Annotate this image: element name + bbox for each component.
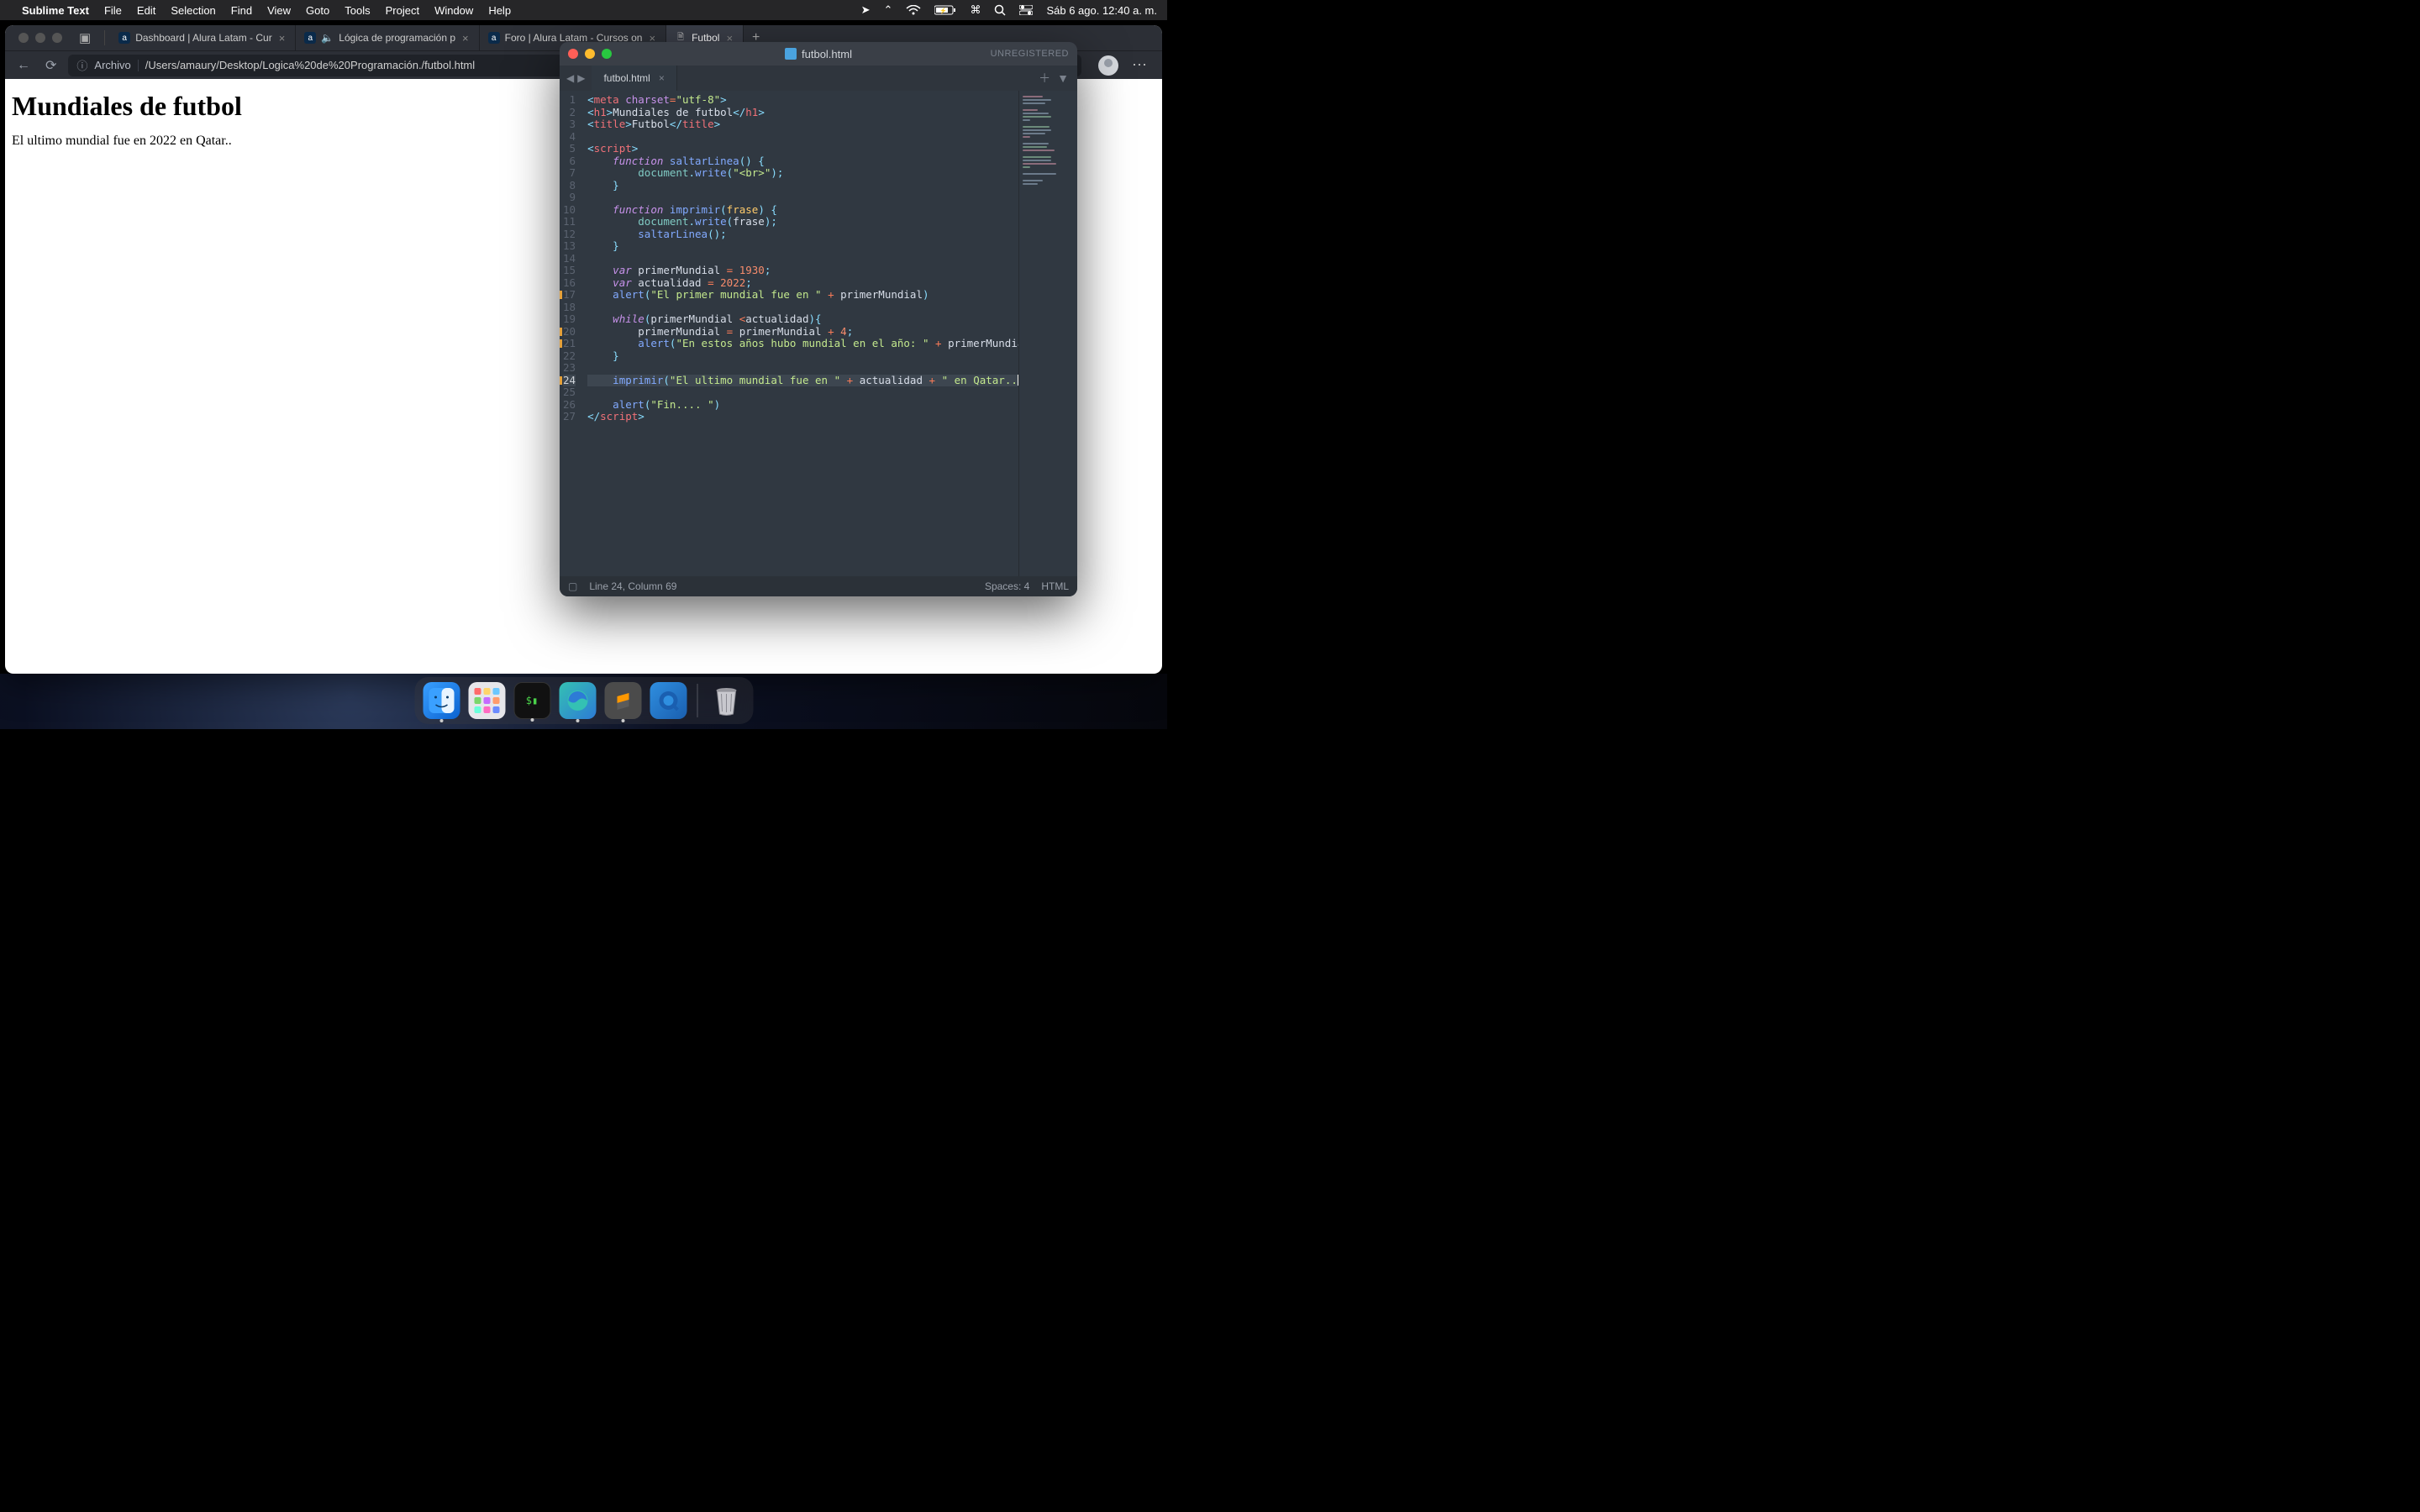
- profile-avatar[interactable]: [1098, 55, 1118, 76]
- sublime-titlebar[interactable]: futbol.html UNREGISTERED: [560, 42, 1077, 66]
- tab-label: Lógica de programación p: [339, 32, 455, 44]
- svg-text:⚡: ⚡: [939, 7, 947, 14]
- dock: $▮: [414, 677, 753, 724]
- new-tab-icon[interactable]: ＋: [1039, 70, 1050, 87]
- menu-edit[interactable]: Edit: [137, 4, 155, 17]
- favicon-icon: a: [488, 32, 500, 44]
- minimap[interactable]: [1018, 91, 1077, 576]
- browser-tab-1[interactable]: a Dashboard | Alura Latam - Cur ×: [110, 25, 296, 50]
- browser-tab-2[interactable]: a 🔈 Lógica de programación p ×: [296, 25, 479, 50]
- control-center-icon[interactable]: [1019, 5, 1033, 15]
- reload-button[interactable]: ⟳: [42, 57, 60, 74]
- menu-window[interactable]: Window: [434, 4, 473, 17]
- separator: [104, 30, 105, 45]
- tab-label: Dashboard | Alura Latam - Cur: [135, 32, 272, 44]
- tab-menu-icon[interactable]: ▼: [1057, 71, 1069, 85]
- menu-tools[interactable]: Tools: [345, 4, 370, 17]
- html-file-icon: [785, 48, 797, 60]
- mute-icon[interactable]: 🔈: [321, 32, 334, 44]
- address-url: /Users/amaury/Desktop/Logica%20de%20Prog…: [145, 59, 475, 71]
- next-icon[interactable]: ▶: [577, 72, 585, 84]
- dock-app-edge[interactable]: [559, 682, 596, 719]
- nav-arrows[interactable]: ◀▶: [560, 66, 592, 91]
- sublime-window: futbol.html UNREGISTERED ◀▶ futbol.html …: [560, 42, 1077, 596]
- mac-menubar: Sublime Text File Edit Selection Find Vi…: [0, 0, 1167, 20]
- editor-tab[interactable]: futbol.html ×: [592, 66, 676, 91]
- favicon-icon: a: [118, 32, 130, 44]
- sublime-tabbar: ◀▶ futbol.html × ＋ ▼: [560, 66, 1077, 91]
- close-tab-icon[interactable]: ×: [460, 32, 471, 45]
- status-indent[interactable]: Spaces: 4: [985, 580, 1029, 592]
- line-gutter[interactable]: 1234567891011121314151617181920212223242…: [560, 91, 582, 576]
- menu-project[interactable]: Project: [386, 4, 419, 17]
- sidebar-toggle-icon[interactable]: ▣: [71, 30, 99, 45]
- tab-label: futbol.html: [603, 72, 650, 84]
- close-window-icon[interactable]: [18, 33, 29, 43]
- dock-trash[interactable]: [708, 682, 744, 719]
- panel-toggle-icon[interactable]: ▢: [568, 580, 577, 592]
- dock-app-sublime[interactable]: [604, 682, 641, 719]
- address-scheme: Archivo: [94, 59, 130, 71]
- status-position[interactable]: Line 24, Column 69: [589, 580, 676, 592]
- dock-app-quicktime[interactable]: [650, 682, 687, 719]
- zoom-window-icon[interactable]: [52, 33, 62, 43]
- app-name[interactable]: Sublime Text: [22, 4, 89, 17]
- back-button[interactable]: ←: [13, 58, 34, 73]
- more-menu-icon[interactable]: ⋯: [1127, 56, 1154, 74]
- editor-area[interactable]: 1234567891011121314151617181920212223242…: [560, 91, 1077, 576]
- minimize-window-icon[interactable]: [35, 33, 45, 43]
- minimize-window-icon[interactable]: [585, 49, 595, 59]
- bluetooth-icon[interactable]: ⌘: [970, 3, 981, 17]
- status-syntax[interactable]: HTML: [1041, 580, 1069, 592]
- menubar-clock[interactable]: Sáb 6 ago. 12:40 a. m.: [1046, 4, 1157, 17]
- menu-goto[interactable]: Goto: [306, 4, 329, 17]
- dock-app-launchpad[interactable]: [468, 682, 505, 719]
- prev-icon[interactable]: ◀: [566, 72, 574, 84]
- toggle-icon[interactable]: ⌃: [884, 3, 893, 17]
- spotlight-icon[interactable]: [994, 4, 1006, 16]
- zoom-window-icon[interactable]: [602, 49, 612, 59]
- menu-help[interactable]: Help: [488, 4, 511, 17]
- window-controls[interactable]: [560, 49, 620, 59]
- separator: [138, 60, 139, 71]
- status-bar: ▢ Line 24, Column 69 Spaces: 4 HTML: [560, 576, 1077, 596]
- menu-find[interactable]: Find: [231, 4, 252, 17]
- window-title: futbol.html: [785, 48, 852, 60]
- window-controls[interactable]: [10, 33, 71, 43]
- location-icon[interactable]: ➤: [861, 3, 871, 17]
- code-area[interactable]: <meta charset="utf-8"><h1>Mundiales de f…: [582, 91, 1018, 576]
- close-tab-icon[interactable]: ×: [277, 32, 287, 45]
- battery-icon[interactable]: ⚡: [934, 5, 956, 15]
- unregistered-label: UNREGISTERED: [991, 49, 1069, 59]
- close-window-icon[interactable]: [568, 49, 578, 59]
- dock-app-terminal[interactable]: $▮: [513, 682, 550, 719]
- title-text: futbol.html: [802, 48, 852, 60]
- wifi-icon[interactable]: [906, 5, 921, 15]
- menu-view[interactable]: View: [267, 4, 291, 17]
- menu-file[interactable]: File: [104, 4, 122, 17]
- dock-app-finder[interactable]: [423, 682, 460, 719]
- menu-selection[interactable]: Selection: [171, 4, 215, 17]
- favicon-icon: a: [304, 32, 316, 44]
- info-icon[interactable]: ⓘ: [76, 57, 87, 73]
- close-tab-icon[interactable]: ×: [659, 72, 665, 84]
